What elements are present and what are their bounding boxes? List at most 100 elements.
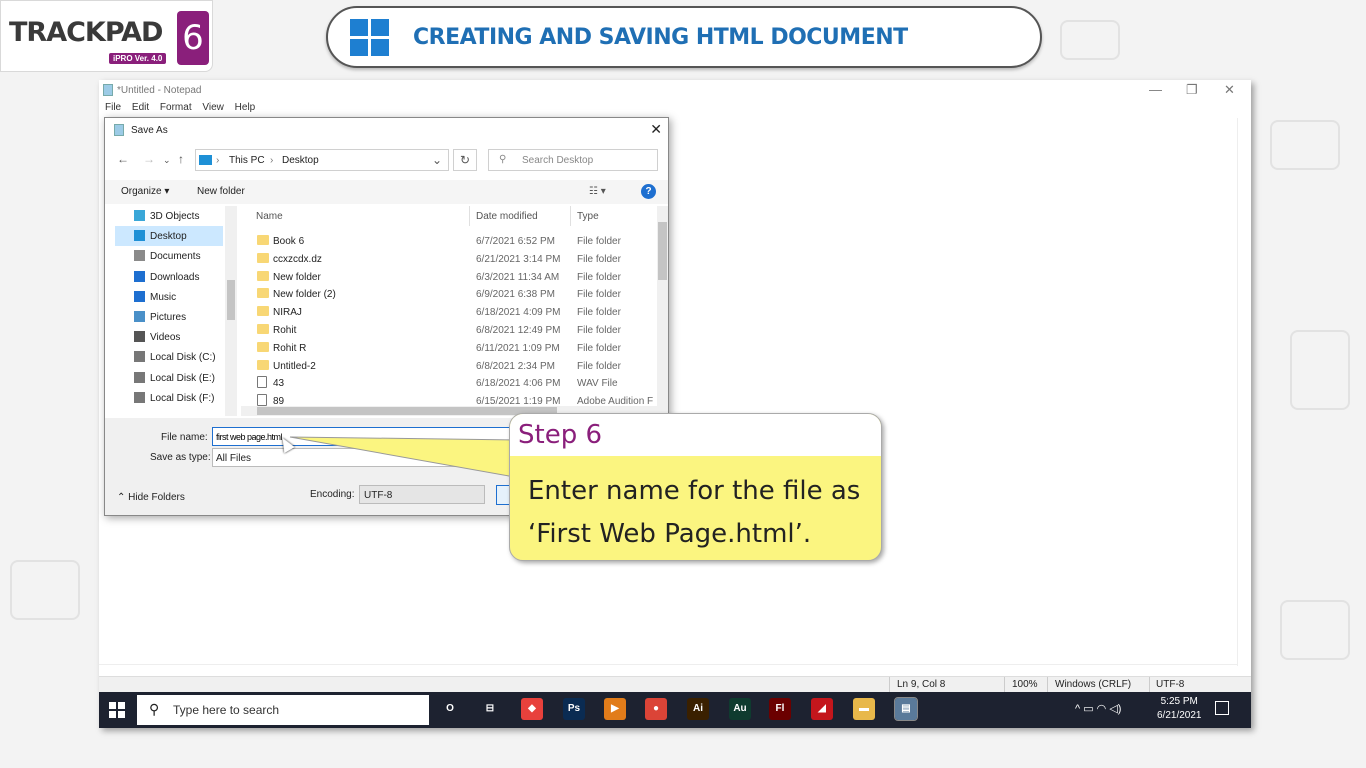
up-arrow-icon[interactable]: ↑ xyxy=(178,152,184,166)
search-desktop-box[interactable]: ⚲ Search Desktop xyxy=(488,149,658,171)
tree-item-local-disk-e[interactable]: Local Disk (E:) xyxy=(115,368,223,388)
refresh-icon[interactable]: ↻ xyxy=(453,149,477,171)
tree-scroll-thumb[interactable] xyxy=(227,280,235,320)
illustrator-icon[interactable]: Ai xyxy=(687,698,709,720)
start-button[interactable] xyxy=(109,702,125,718)
tree-item-documents[interactable]: Documents xyxy=(115,246,223,266)
chrome-icon[interactable]: ● xyxy=(645,698,667,720)
background-doodle xyxy=(10,560,80,620)
tree-item-3d-objects[interactable]: 3D Objects xyxy=(115,206,223,226)
taskbar-search-placeholder: Type here to search xyxy=(173,703,280,717)
menu-format[interactable]: Format xyxy=(160,102,192,113)
encoding-select[interactable]: UTF-8 xyxy=(359,485,485,504)
help-icon[interactable]: ? xyxy=(641,184,656,199)
folder-icon xyxy=(134,391,145,403)
tree-item-label: Local Disk (F:) xyxy=(150,392,215,404)
navigation-tree: 3D Objects Desktop Documents Downloads Music… xyxy=(105,206,225,406)
column-type[interactable]: Type xyxy=(577,211,599,222)
file-list-vertical-scrollbar[interactable] xyxy=(657,206,668,406)
file-name-label: File name: xyxy=(161,432,208,443)
media-player-icon[interactable]: ▶ xyxy=(604,698,626,720)
breadcrumb-desktop[interactable]: Desktop xyxy=(282,155,319,166)
flash-icon[interactable]: Fl xyxy=(769,698,791,720)
file-row[interactable]: New folder (2) 6/9/2021 6:38 PM File folde… xyxy=(241,285,657,303)
organize-button[interactable]: Organize ▾ xyxy=(121,186,169,197)
menu-file[interactable]: File xyxy=(105,102,121,113)
audition-icon[interactable]: Au xyxy=(729,698,751,720)
clock-date: 6/21/2021 xyxy=(1157,710,1202,721)
tree-item-videos[interactable]: Videos xyxy=(115,327,223,347)
file-type: WAV File xyxy=(577,378,618,390)
save-as-type-label: Save as type: xyxy=(150,452,211,463)
menu-view[interactable]: View xyxy=(202,102,224,113)
dialog-title: Save As xyxy=(131,125,168,136)
file-row[interactable]: New folder 6/3/2021 11:34 AM File folder xyxy=(241,268,657,286)
notepad-icon[interactable]: ▤ xyxy=(894,697,918,721)
address-dropdown-icon[interactable]: ⌄ xyxy=(432,153,442,167)
status-line-ending: Windows (CRLF) xyxy=(1055,679,1132,690)
minimize-icon[interactable]: — xyxy=(1149,82,1162,97)
menu-help[interactable]: Help xyxy=(235,102,256,113)
notification-icon[interactable] xyxy=(1215,701,1229,715)
folder-icon xyxy=(257,252,269,263)
tree-item-local-disk-c[interactable]: Local Disk (C:) xyxy=(115,347,223,367)
tree-item-downloads[interactable]: Downloads xyxy=(115,267,223,287)
file-name: NIRAJ xyxy=(273,307,302,319)
search-icon: ⚲ xyxy=(499,154,507,165)
close-icon[interactable]: ✕ xyxy=(1224,82,1235,98)
file-row[interactable]: Rohit 6/8/2021 12:49 PM File folder xyxy=(241,321,657,339)
tree-item-music[interactable]: Music xyxy=(115,287,223,307)
file-date: 6/21/2021 3:14 PM xyxy=(476,253,561,265)
file-explorer-icon[interactable]: ▬ xyxy=(853,698,875,720)
background-doodle xyxy=(1290,330,1350,410)
save-as-type-select[interactable]: All Files xyxy=(212,448,512,467)
file-list-scroll-thumb[interactable] xyxy=(658,222,667,280)
notepad-horizontal-scrollbar[interactable] xyxy=(99,664,1237,676)
file-row[interactable]: NIRAJ 6/18/2021 4:09 PM File folder xyxy=(241,303,657,321)
breadcrumb-this-pc[interactable]: This PC xyxy=(229,155,265,166)
new-folder-button[interactable]: New folder xyxy=(197,186,245,197)
cortana-icon[interactable]: O xyxy=(439,698,461,720)
forward-arrow-icon[interactable]: → xyxy=(143,152,155,166)
file-name: Book 6 xyxy=(273,236,305,247)
column-date-modified[interactable]: Date modified xyxy=(476,211,538,222)
taskbar-search-box[interactable]: ⚲ Type here to search xyxy=(137,695,429,725)
acrobat-icon[interactable]: ◢ xyxy=(811,698,833,720)
tree-item-desktop[interactable]: Desktop xyxy=(115,226,223,247)
file-row[interactable]: 43 6/18/2021 4:06 PM WAV File xyxy=(241,374,657,392)
tree-item-pictures[interactable]: Pictures xyxy=(115,307,223,327)
search-icon: ⚲ xyxy=(149,701,160,717)
callout-step-label: Step 6 xyxy=(518,420,603,450)
file-date: 6/8/2021 2:34 PM xyxy=(476,360,555,372)
file-name-input[interactable] xyxy=(213,428,511,445)
file-date: 6/3/2021 11:34 AM xyxy=(476,271,560,283)
folder-icon xyxy=(257,306,269,317)
system-tray[interactable]: ^ ▭ ◠ ◁) xyxy=(1075,702,1121,715)
view-options-icon[interactable]: ☷ ▾ xyxy=(589,186,606,197)
notepad-vertical-scrollbar[interactable] xyxy=(1237,118,1249,666)
file-name-field[interactable] xyxy=(212,427,512,446)
photoshop-icon[interactable]: Ps xyxy=(563,698,585,720)
anydesk-icon[interactable]: ◆ xyxy=(521,698,543,720)
column-name[interactable]: Name xyxy=(256,211,283,222)
file-row[interactable]: Book 6 6/7/2021 6:52 PM File folder xyxy=(241,232,657,250)
hide-folders-button[interactable]: ⌃ Hide Folders xyxy=(117,492,185,503)
file-row[interactable]: Rohit R 6/11/2021 1:09 PM File folder xyxy=(241,339,657,357)
back-arrow-icon[interactable]: ← xyxy=(117,152,129,166)
address-bar[interactable]: › This PC › Desktop ⌄ xyxy=(195,149,449,171)
tree-scrollbar[interactable] xyxy=(225,206,237,416)
folder-icon xyxy=(134,290,145,302)
file-row[interactable]: Untitled-2 6/8/2021 2:34 PM File folder xyxy=(241,357,657,375)
restore-icon[interactable]: ❐ xyxy=(1186,82,1198,98)
task-view-icon[interactable]: ⊟ xyxy=(479,698,501,720)
recent-chevron-icon[interactable]: ⌄ xyxy=(163,155,171,166)
notepad-status-bar: Ln 9, Col 8 100% Windows (CRLF) UTF-8 xyxy=(99,676,1251,693)
taskbar-clock[interactable]: 5:25 PM 6/21/2021 xyxy=(1157,695,1202,723)
file-row[interactable]: ccxzcdx.dz 6/21/2021 3:14 PM File folder xyxy=(241,250,657,268)
menu-edit[interactable]: Edit xyxy=(132,102,149,113)
tree-item-local-disk-f[interactable]: Local Disk (F:) xyxy=(115,388,223,408)
status-encoding: UTF-8 xyxy=(1156,679,1185,690)
tree-item-label: Desktop xyxy=(150,231,187,243)
dialog-close-icon[interactable]: ✕ xyxy=(650,121,662,138)
file-date: 6/7/2021 6:52 PM xyxy=(476,236,555,247)
